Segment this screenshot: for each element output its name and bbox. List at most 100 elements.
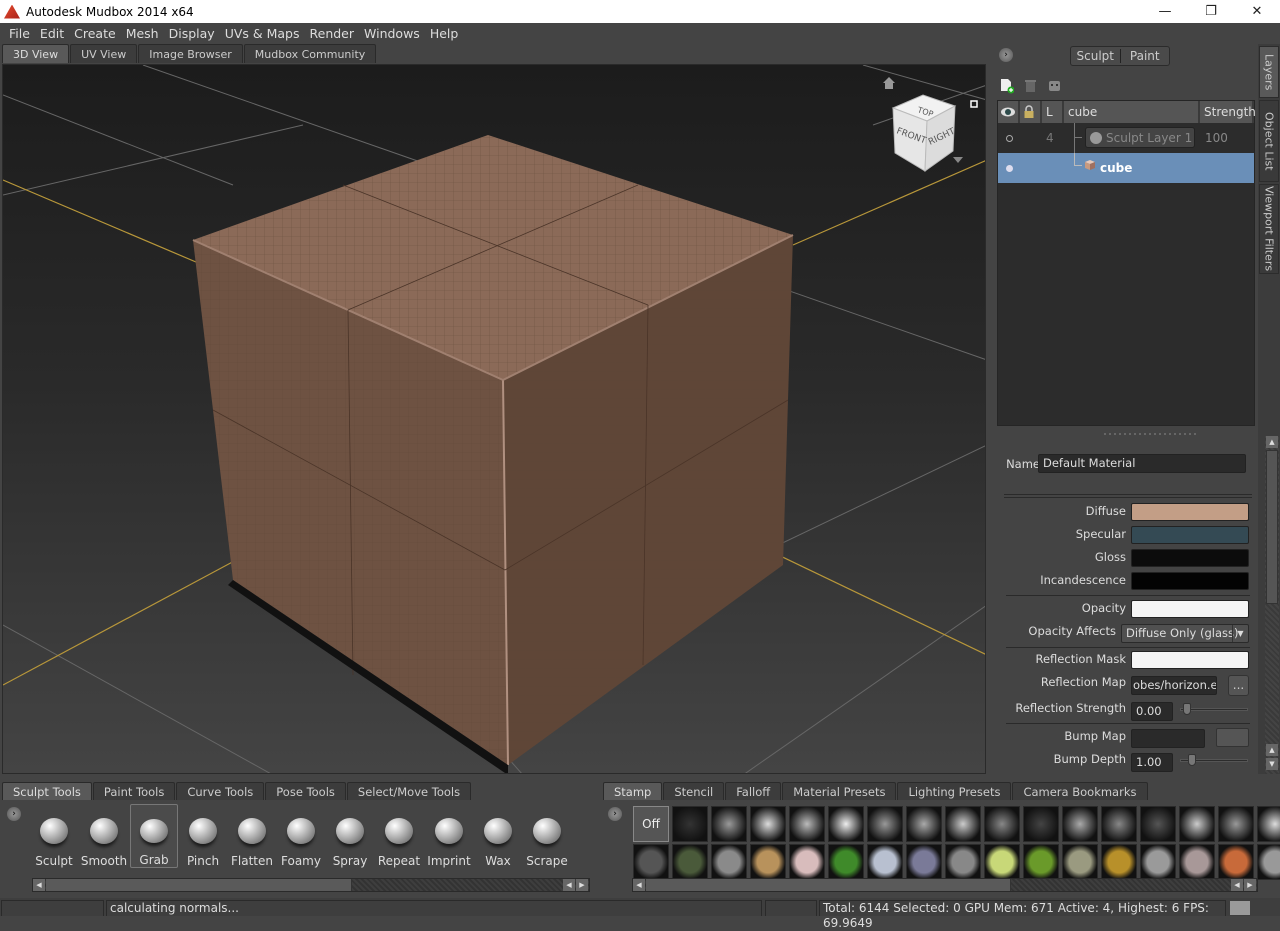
menu-create[interactable]: Create (69, 26, 121, 41)
scroll-left-button[interactable]: ◀ (563, 879, 575, 891)
stamp-thumbnail[interactable] (1257, 844, 1280, 880)
layer-visibility-toggle[interactable] (1006, 134, 1013, 142)
delete-layer-icon[interactable] (1024, 78, 1038, 94)
stamp-thumbnail[interactable] (867, 844, 903, 880)
menu-uvs-maps[interactable]: UVs & Maps (220, 26, 305, 41)
tool-tray-scrollbar[interactable]: ◀ ◀ ▶ (32, 878, 590, 892)
tab-falloff[interactable]: Falloff (725, 782, 782, 800)
stamp-thumbnail[interactable] (789, 806, 825, 842)
stamp-thumbnail[interactable] (1023, 844, 1059, 880)
stamp-thumbnail[interactable] (1140, 844, 1176, 880)
tool-imprint[interactable]: Imprint (425, 804, 473, 868)
tab-material-presets[interactable]: Material Presets (782, 782, 897, 800)
panel-resize-handle[interactable] (1104, 433, 1199, 435)
tab-lighting-presets[interactable]: Lighting Presets (897, 782, 1012, 800)
scroll-right-button[interactable]: ▶ (576, 879, 588, 891)
opacity-affects-dropdown[interactable]: Diffuse Only (glass) ▼ (1121, 624, 1249, 643)
expand-panel-button[interactable]: › (999, 48, 1013, 62)
layer-row[interactable]: cube (998, 153, 1254, 183)
tool-foamy[interactable]: Foamy (277, 804, 325, 868)
stamp-thumbnail[interactable] (945, 806, 981, 842)
scroll-down-button[interactable]: ▼ (1266, 758, 1278, 770)
view-cube[interactable]: TOP FRONT RIGHT (883, 73, 979, 173)
reflection-map-field[interactable]: obes/horizon.exr (1131, 676, 1217, 695)
scroll-up-button[interactable]: ▲ (1266, 436, 1278, 448)
scroll-left-button[interactable]: ◀ (1231, 879, 1243, 891)
tool-tray-expand-button[interactable]: › (7, 807, 21, 821)
layer-row[interactable]: 4 Sculpt Layer 1 100 (998, 123, 1254, 168)
menu-file[interactable]: File (4, 26, 35, 41)
stamp-tray-scrollbar[interactable]: ◀ ◀ ▶ (632, 878, 1258, 892)
tab-pose-tools[interactable]: Pose Tools (265, 782, 346, 800)
scrollbar-thumb[interactable] (46, 879, 352, 891)
tab-stamp[interactable]: Stamp (603, 782, 663, 800)
stamp-thumbnail[interactable] (828, 844, 864, 880)
stamp-thumbnail[interactable] (1179, 806, 1215, 842)
name-column-header[interactable]: cube (1064, 101, 1198, 123)
opacity-color-swatch[interactable] (1131, 600, 1249, 618)
material-scrollbar[interactable]: ▲ ▲ ▼ (1265, 436, 1279, 774)
new-layer-icon[interactable] (1000, 78, 1014, 94)
restore-button[interactable]: ❐ (1188, 0, 1234, 23)
reflection-strength-field[interactable]: 0.00 (1131, 702, 1173, 721)
menu-help[interactable]: Help (425, 26, 464, 41)
tool-smooth[interactable]: Smooth (80, 804, 128, 868)
stamp-thumbnail[interactable] (711, 806, 747, 842)
tab-viewport-filters[interactable]: Viewport Filters (1259, 184, 1279, 274)
tab-image-browser[interactable]: Image Browser (138, 44, 243, 63)
stamp-thumbnail[interactable] (750, 844, 786, 880)
tab-camera-bookmarks[interactable]: Camera Bookmarks (1012, 782, 1148, 800)
reflection-strength-slider-handle[interactable] (1183, 703, 1191, 715)
stamp-thumbnail[interactable] (1062, 806, 1098, 842)
stamp-thumbnail[interactable] (672, 806, 708, 842)
stamp-thumbnail[interactable] (984, 844, 1020, 880)
bump-depth-field[interactable]: 1.00 (1131, 753, 1173, 772)
stamp-thumbnail[interactable] (828, 806, 864, 842)
stamp-thumbnail[interactable] (789, 844, 825, 880)
menu-render[interactable]: Render (305, 26, 360, 41)
tab-mudbox-community[interactable]: Mudbox Community (243, 44, 377, 63)
scrollbar-thumb[interactable] (646, 879, 1011, 891)
stamp-thumbnail[interactable] (1140, 806, 1176, 842)
lock-column-header[interactable] (1020, 101, 1040, 123)
layer-name[interactable]: Sculpt Layer 1 (1085, 127, 1195, 148)
bump-map-field[interactable] (1131, 729, 1205, 748)
3d-viewport[interactable]: TOP FRONT RIGHT (2, 64, 986, 774)
stamp-thumbnail[interactable] (750, 806, 786, 842)
stamp-thumbnail[interactable] (984, 806, 1020, 842)
stamp-thumbnail[interactable] (906, 806, 942, 842)
incandescence-color-swatch[interactable] (1131, 572, 1249, 590)
stamp-thumbnail[interactable] (1257, 806, 1280, 842)
scroll-left-button[interactable]: ◀ (633, 879, 645, 891)
stamp-thumbnail[interactable] (1218, 806, 1254, 842)
stamp-thumbnail[interactable] (1023, 806, 1059, 842)
scroll-right-button[interactable]: ▶ (1244, 879, 1256, 891)
stamp-thumbnail[interactable] (672, 844, 708, 880)
stamp-thumbnail[interactable] (1179, 844, 1215, 880)
tab-uv-view[interactable]: UV View (70, 44, 138, 63)
tool-flatten[interactable]: Flatten (228, 804, 276, 868)
visibility-column-header[interactable] (998, 101, 1018, 123)
bump-map-button[interactable] (1216, 728, 1249, 747)
menu-mesh[interactable]: Mesh (121, 26, 164, 41)
tab-3d-view[interactable]: 3D View (2, 44, 70, 63)
reflection-mask-swatch[interactable] (1131, 651, 1249, 669)
tool-wax[interactable]: Wax (474, 804, 522, 868)
stamp-thumbnail[interactable] (1218, 844, 1254, 880)
tool-pinch[interactable]: Pinch (179, 804, 227, 868)
tab-layers[interactable]: Layers (1259, 46, 1279, 98)
stamp-tray-expand-button[interactable]: › (608, 807, 622, 821)
menu-display[interactable]: Display (164, 26, 220, 41)
close-button[interactable]: ✕ (1234, 0, 1280, 23)
scroll-up-button[interactable]: ▲ (1266, 744, 1278, 756)
stamp-thumbnail[interactable] (1101, 844, 1137, 880)
stamp-thumbnail[interactable] (633, 844, 669, 880)
menu-windows[interactable]: Windows (359, 26, 425, 41)
tool-scrape[interactable]: Scrape (523, 804, 571, 868)
tool-repeat[interactable]: Repeat (375, 804, 423, 868)
tool-spray[interactable]: Spray (326, 804, 374, 868)
stamp-thumbnail[interactable] (867, 806, 903, 842)
reflection-map-browse-button[interactable]: ... (1228, 675, 1249, 696)
tab-select-move-tools[interactable]: Select/Move Tools (346, 782, 472, 800)
stamp-thumbnail[interactable] (1062, 844, 1098, 880)
